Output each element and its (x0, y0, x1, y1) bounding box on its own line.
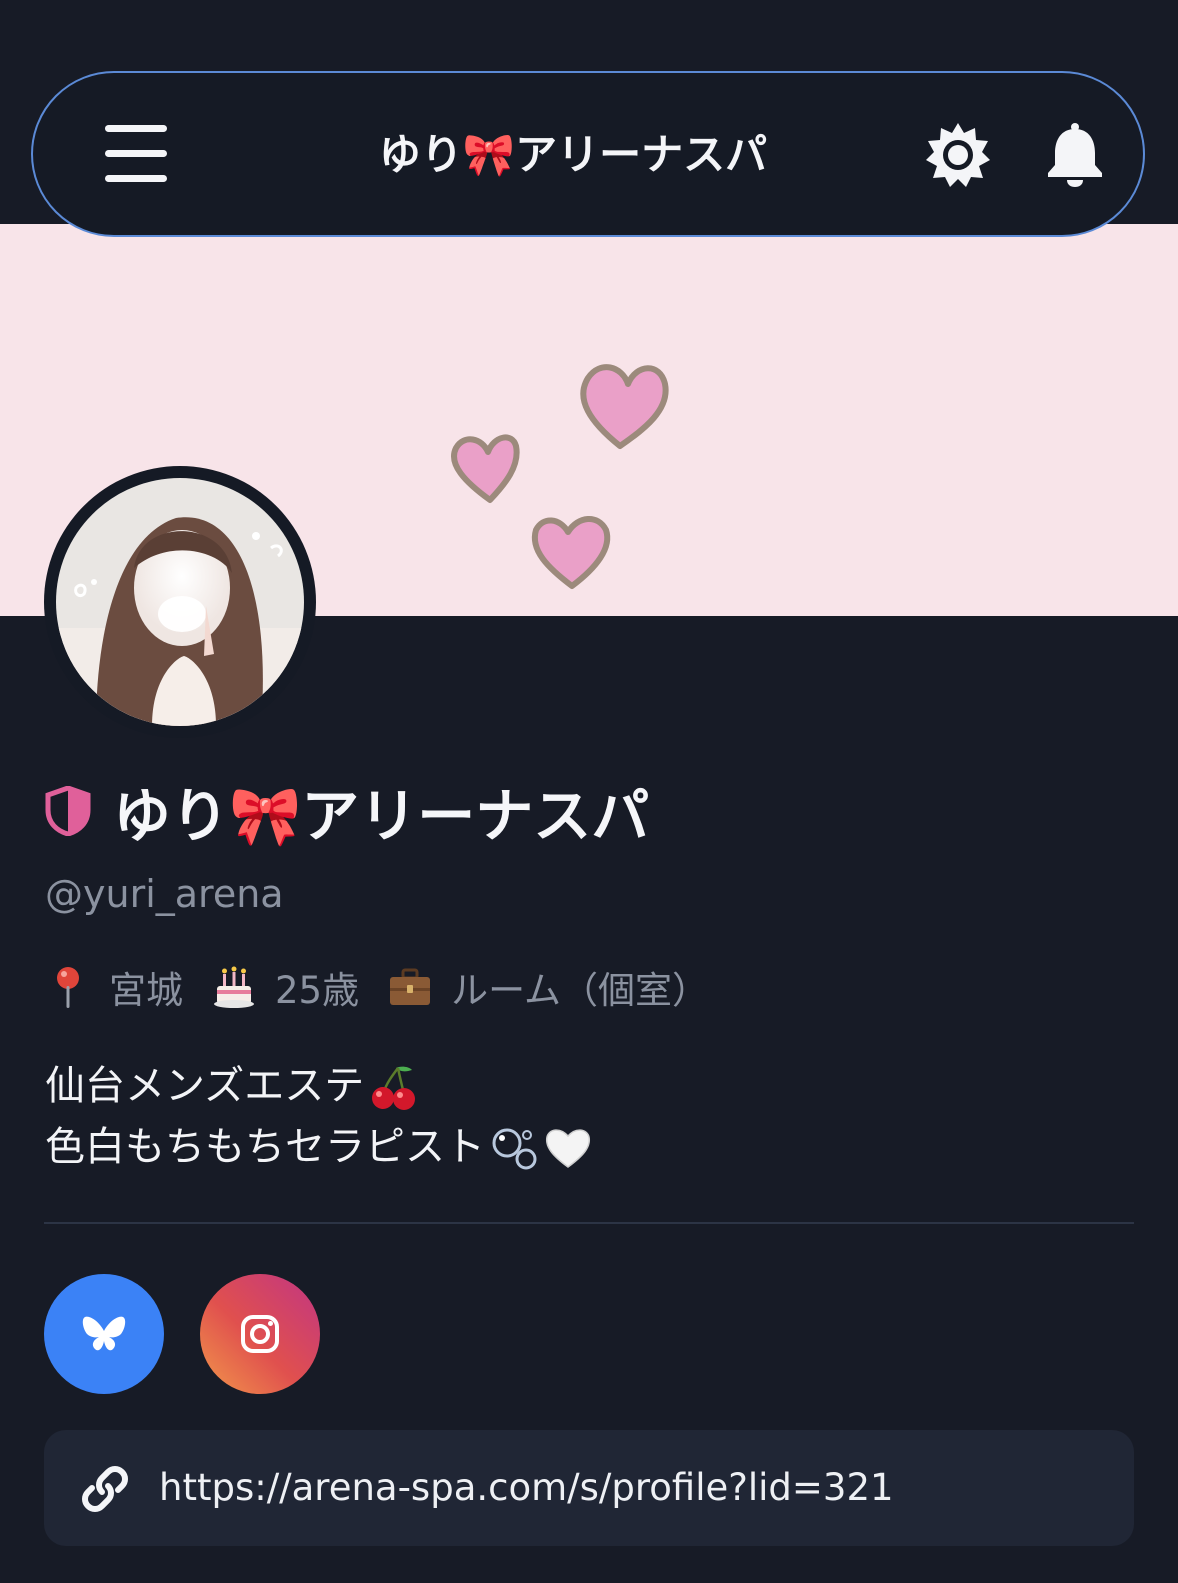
butterfly-icon (82, 1316, 126, 1351)
heart-bottom (531, 516, 611, 589)
profile-meta: 宮城 25歳 ルーム（個室） (45, 962, 737, 1012)
meta-location: 宮城 (45, 960, 183, 1014)
bell-icon[interactable] (1044, 123, 1106, 187)
user-handle: @yuri_arena (45, 872, 284, 916)
bluesky-button[interactable] (44, 1274, 164, 1394)
heart-left (451, 434, 520, 503)
bio-line-2: 色白もちもちセラピスト (45, 1117, 593, 1178)
pin-icon (57, 967, 79, 1008)
header-title: ゆり🎀アリーナスパ (378, 130, 768, 179)
display-name: ゆり🎀アリーナスパ (45, 775, 649, 850)
bio-line-1-text: 仙台メンズエステ (45, 1063, 365, 1109)
display-name-text: ゆり🎀アリーナスパ (113, 782, 650, 850)
meta-work: ルーム（個室） (387, 960, 709, 1014)
hamburger-menu-icon[interactable] (105, 125, 167, 183)
shield-icon (45, 786, 91, 836)
gear-icon[interactable] (926, 123, 990, 187)
cherries-icon (372, 1066, 416, 1110)
avatar[interactable] (44, 466, 316, 738)
profile-link-card[interactable]: https://arena-spa.com/s/profile?lid=321 (44, 1430, 1134, 1546)
bubbles-icon (492, 1128, 537, 1169)
bio-line-2-text: 色白もちもちセラピスト (45, 1124, 485, 1170)
meta-age: 25歳 (211, 960, 359, 1014)
link-icon (82, 1466, 128, 1512)
profile-bio: 仙台メンズエステ 色白もちもちセラピスト (45, 1056, 593, 1178)
top-header: ゆり🎀アリーナスパ (31, 71, 1145, 237)
instagram-icon (241, 1315, 279, 1353)
meta-age-label: 25歳 (275, 969, 360, 1012)
bio-line-1: 仙台メンズエステ (45, 1056, 593, 1117)
white-heart-icon (545, 1128, 591, 1168)
meta-work-label: ルーム（個室） (451, 969, 709, 1012)
heart-large (580, 364, 669, 449)
avatar-photo (56, 478, 304, 726)
divider (44, 1222, 1134, 1224)
meta-location-label: 宮城 (109, 969, 183, 1012)
instagram-button[interactable] (200, 1274, 320, 1394)
profile-link-url[interactable]: https://arena-spa.com/s/profile?lid=321 (159, 1430, 894, 1546)
cake-icon (214, 966, 254, 1008)
briefcase-icon (390, 968, 431, 1005)
